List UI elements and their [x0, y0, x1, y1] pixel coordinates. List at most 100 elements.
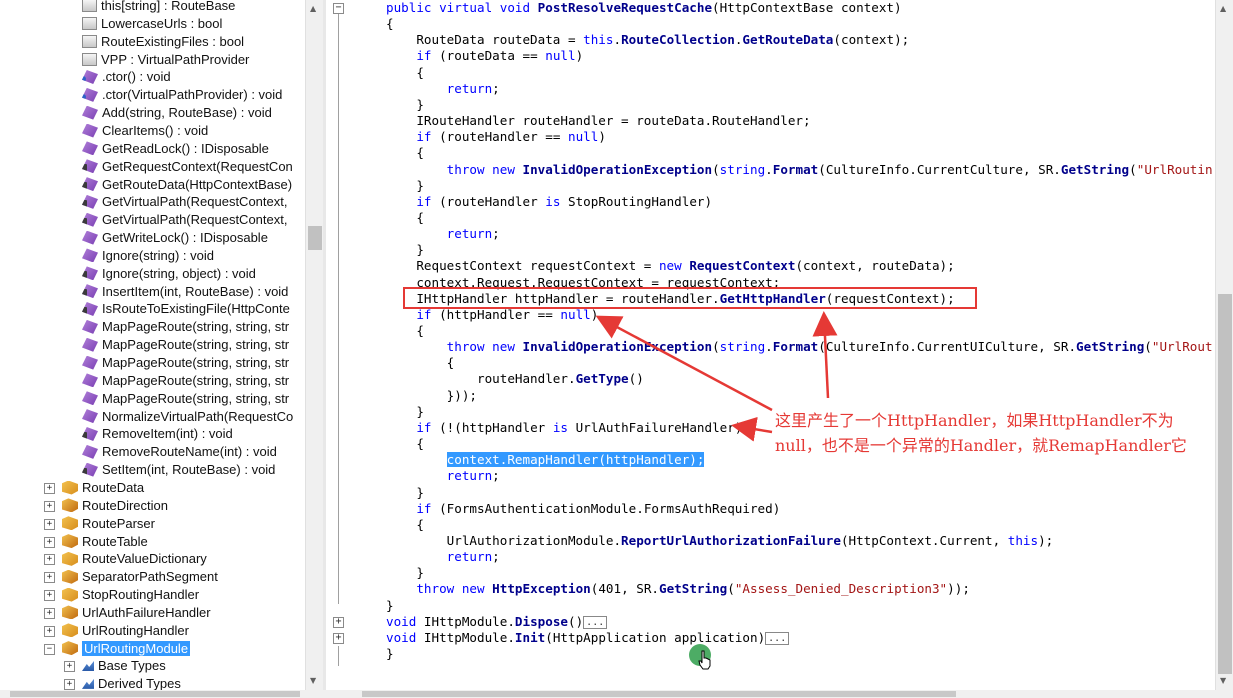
tree-view[interactable]: this[string] : RouteBase LowercaseUrls : … — [0, 0, 305, 690]
code-line[interactable]: throw new HttpException(401, SR.GetStrin… — [386, 581, 970, 597]
code-line[interactable]: { — [386, 16, 394, 32]
tree-item-method[interactable]: GetRouteData(HttpContextBase) — [82, 176, 292, 194]
collapsed-region-button[interactable]: ... — [765, 631, 790, 645]
code-line[interactable]: RequestContext requestContext = new Requ… — [386, 258, 954, 274]
code-line[interactable]: return; — [386, 81, 500, 97]
tree-item-method[interactable]: .ctor(VirtualPathProvider) : void — [82, 86, 282, 104]
code-scroll-thumb[interactable] — [1218, 294, 1232, 674]
tree-item-method[interactable]: GetRequestContext(RequestCon — [82, 158, 293, 176]
code-line[interactable]: { — [386, 210, 424, 226]
tree-item-method[interactable]: MapPageRoute(string, string, str — [82, 354, 289, 372]
expand-icon[interactable]: + — [44, 625, 55, 637]
tree-item-method[interactable]: MapPageRoute(string, string, str — [82, 318, 289, 336]
collapsed-region-button[interactable]: ... — [583, 615, 608, 629]
code-line[interactable]: throw new InvalidOperationException(stri… — [386, 339, 1213, 355]
code-line[interactable]: { — [386, 65, 424, 81]
code-line[interactable]: } — [386, 598, 394, 614]
tree-item-type[interactable]: + RouteTable — [44, 533, 148, 551]
tree-item-method[interactable]: MapPageRoute(string, string, str — [82, 390, 289, 408]
scroll-up-arrow-icon[interactable]: ▲ — [310, 4, 316, 13]
collapse-method-icon[interactable]: − — [333, 3, 344, 14]
tree-item-group[interactable]: + Derived Types — [64, 675, 181, 690]
code-line[interactable]: { — [386, 323, 424, 339]
tree-item-method[interactable]: MapPageRoute(string, string, str — [82, 336, 289, 354]
code-line[interactable]: } — [386, 404, 424, 420]
code-line[interactable]: } — [386, 242, 424, 258]
tree-item-method[interactable]: IsRouteToExistingFile(HttpConte — [82, 300, 290, 318]
code-vertical-scrollbar[interactable]: ▲ ▼ — [1215, 0, 1233, 690]
scroll-down-arrow-icon[interactable]: ▼ — [310, 676, 316, 685]
code-line[interactable]: routeHandler.GetType() — [386, 371, 644, 387]
code-line[interactable]: if (!(httpHandler is UrlAuthFailureHandl… — [386, 420, 750, 436]
expand-icon[interactable]: + — [44, 482, 55, 494]
tree-item-type[interactable]: + RouteData — [44, 479, 144, 497]
tree-item-type[interactable]: + SeparatorPathSegment — [44, 568, 218, 586]
tree-item-method[interactable]: GetWriteLock() : IDisposable — [82, 229, 268, 247]
code-line[interactable]: return; — [386, 226, 500, 242]
code-line[interactable]: })); — [386, 388, 477, 404]
tree-item-method[interactable]: MapPageRoute(string, string, str — [82, 372, 289, 390]
expand-icon[interactable]: + — [44, 554, 55, 566]
scroll-down-arrow-icon[interactable]: ▼ — [1220, 676, 1226, 685]
code-line[interactable]: void IHttpModule.Dispose()... — [386, 614, 608, 630]
tree-item-type[interactable]: + RouteDirection — [44, 497, 168, 515]
tree-item-property[interactable]: VPP : VirtualPathProvider — [82, 51, 249, 69]
tree-item-method[interactable]: Ignore(string) : void — [82, 247, 214, 265]
expand-icon[interactable]: + — [44, 590, 55, 602]
tree-item-method[interactable]: GetReadLock() : IDisposable — [82, 140, 269, 158]
tree-item-type[interactable]: + StopRoutingHandler — [44, 586, 199, 604]
tree-item-method[interactable]: .ctor() : void — [82, 68, 171, 86]
code-line[interactable]: RouteData routeData = this.RouteCollecti… — [386, 32, 909, 48]
code-line[interactable]: IRouteHandler routeHandler = routeData.R… — [386, 113, 810, 129]
tree-item-type[interactable]: + UrlAuthFailureHandler — [44, 604, 211, 622]
code-line[interactable]: if (routeData == null) — [386, 48, 583, 64]
code-editor[interactable]: public virtual void PostResolveRequestCa… — [327, 0, 1215, 690]
collapse-icon[interactable]: − — [44, 643, 55, 655]
code-line[interactable]: if (FormsAuthenticationModule.FormsAuthR… — [386, 501, 780, 517]
code-line[interactable]: } — [386, 565, 424, 581]
code-line[interactable]: throw new InvalidOperationException(stri… — [386, 162, 1213, 178]
tree-scroll-thumb[interactable] — [308, 226, 322, 250]
panel-splitter[interactable] — [323, 0, 326, 698]
tree-item-type[interactable]: + RouteParser — [44, 515, 155, 533]
code-line[interactable]: public virtual void PostResolveRequestCa… — [386, 0, 902, 16]
tree-item-property[interactable]: LowercaseUrls : bool — [82, 15, 222, 33]
expand-method-icon[interactable]: + — [333, 632, 344, 644]
code-line[interactable]: } — [386, 97, 424, 113]
expand-icon[interactable]: + — [44, 536, 55, 548]
code-line[interactable]: { — [386, 355, 455, 371]
code-line[interactable]: { — [386, 436, 424, 452]
tree-hscroll-thumb[interactable] — [10, 691, 300, 697]
code-line[interactable]: UrlAuthorizationModule.ReportUrlAuthoriz… — [386, 533, 1054, 549]
code-line[interactable]: { — [386, 517, 424, 533]
code-line[interactable]: context.RemapHandler(httpHandler); — [386, 452, 705, 468]
tree-item-method[interactable]: Ignore(string, object) : void — [82, 265, 256, 283]
tree-item-method[interactable]: InsertItem(int, RouteBase) : void — [82, 283, 288, 301]
tree-item-group[interactable]: + Base Types — [64, 657, 166, 675]
code-hscroll-thumb[interactable] — [362, 691, 956, 697]
tree-item-type[interactable]: + RouteValueDictionary — [44, 550, 207, 568]
scroll-up-arrow-icon[interactable]: ▲ — [1220, 4, 1226, 13]
code-line[interactable]: return; — [386, 549, 500, 565]
code-line[interactable]: if (routeHandler is StopRoutingHandler) — [386, 194, 712, 210]
tree-item-method[interactable]: RemoveItem(int) : void — [82, 425, 233, 443]
tree-vertical-scrollbar[interactable]: ▲ ▼ — [305, 0, 324, 690]
expand-icon[interactable]: + — [44, 518, 55, 530]
horizontal-scrollbar[interactable] — [0, 690, 1233, 698]
tree-item-property[interactable]: this[string] : RouteBase — [82, 0, 235, 15]
tree-item-type[interactable]: − UrlRoutingModule — [44, 640, 191, 658]
code-line[interactable]: return; — [386, 468, 500, 484]
code-line[interactable]: } — [386, 178, 424, 194]
tree-item-property[interactable]: RouteExistingFiles : bool — [82, 33, 244, 51]
code-line[interactable]: } — [386, 646, 394, 662]
expand-method-icon[interactable]: + — [333, 616, 344, 628]
tree-item-method[interactable]: ClearItems() : void — [82, 122, 208, 140]
tree-item-method[interactable]: GetVirtualPath(RequestContext, — [82, 193, 287, 211]
code-line[interactable]: { — [386, 145, 424, 161]
code-line[interactable]: } — [386, 485, 424, 501]
code-line[interactable]: void IHttpModule.Init(HttpApplication ap… — [386, 630, 790, 646]
expand-icon[interactable]: + — [44, 500, 55, 512]
expand-icon[interactable]: + — [64, 661, 75, 673]
expand-icon[interactable]: + — [44, 572, 55, 584]
tree-item-method[interactable]: NormalizeVirtualPath(RequestCo — [82, 408, 293, 426]
